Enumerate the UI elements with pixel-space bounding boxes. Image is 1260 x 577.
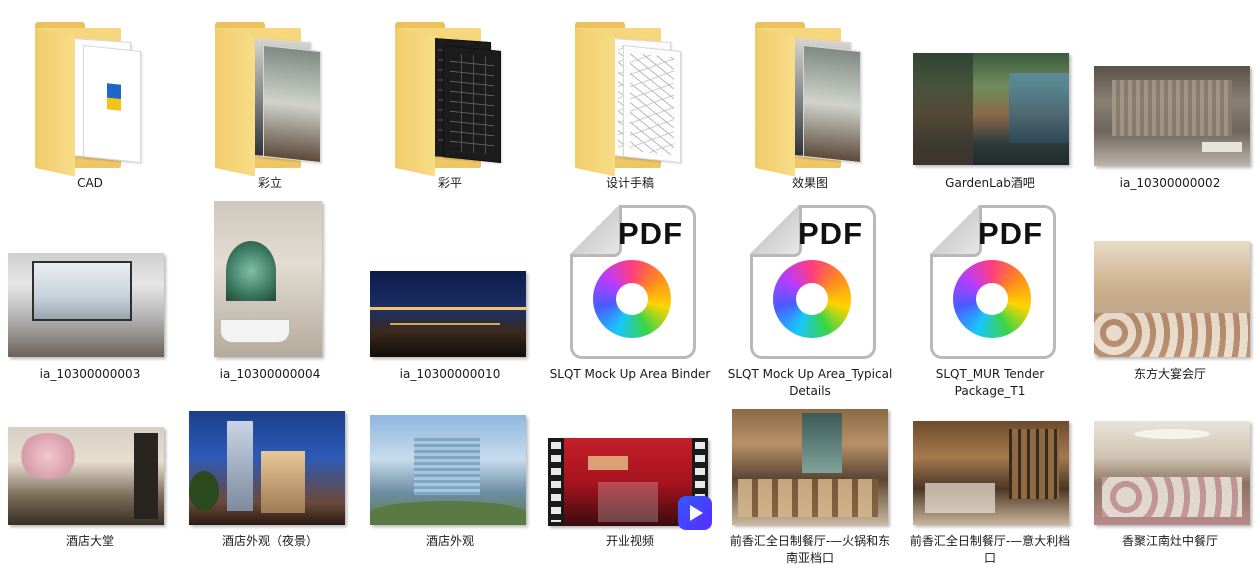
file-item-opening-video[interactable]: 开业视频 [540,400,720,548]
folder-icon [755,22,871,177]
file-name: CAD [77,176,103,190]
file-item-cad-folder[interactable]: CAD [0,0,180,190]
folder-icon [35,22,151,177]
image-thumbnail [214,201,322,357]
pdf-badge-text: PDF [618,216,683,251]
file-item-ia-002[interactable]: ia_10300000002 [1080,0,1260,190]
play-icon [678,496,712,530]
image-thumbnail [913,421,1069,525]
file-name: 前香汇全日制餐厅-—火锅和东南亚档口 [729,534,891,565]
pdf-file-icon: PDF [750,205,876,359]
file-name: ia_10300000003 [39,367,141,381]
folder-icon [215,22,331,177]
file-name: SLQT_MUR Tender Package_T1 [935,367,1045,398]
file-item-restaurant-hotpot[interactable]: 前香汇全日制餐厅-—火锅和东南亚档口 [720,400,900,565]
file-name: 开业视频 [605,534,654,548]
file-item-caiping-folder[interactable]: 彩平 [360,0,540,190]
file-name: 彩立 [257,176,282,190]
file-item-pdf-tender[interactable]: PDF SLQT_MUR Tender Package_T1 [900,193,1080,398]
image-thumbnail [8,253,164,357]
video-file-icon [548,438,712,530]
file-item-pdf-typical-details[interactable]: PDF SLQT Mock Up Area_Typical Details [720,193,900,398]
file-item-chinese-restaurant[interactable]: 香聚江南灶中餐厅 [1080,400,1260,548]
image-thumbnail [1094,66,1250,166]
pdf-file-icon: PDF [570,205,696,359]
file-item-hotel-exterior[interactable]: 酒店外观 [360,400,540,548]
file-name: GardenLab酒吧 [945,176,1035,190]
file-item-sketch-folder[interactable]: 设计手稿 [540,0,720,190]
file-name: 设计手稿 [605,176,654,190]
file-item-ia-010[interactable]: ia_10300000010 [360,193,540,381]
file-item-banquet-hall[interactable]: 东方大宴会厅 [1080,193,1260,381]
file-item-pdf-binder[interactable]: PDF SLQT Mock Up Area Binder [540,193,720,381]
image-thumbnail [732,409,888,525]
file-name: 前香汇全日制餐厅-—意大利档口 [909,534,1071,565]
file-name: ia_10300000010 [399,367,501,381]
file-item-rendering-folder[interactable]: 效果图 [720,0,900,190]
file-name: 酒店大堂 [65,534,114,548]
file-name: 东方大宴会厅 [1133,367,1206,381]
file-name: SLQT Mock Up Area_Typical Details [727,367,893,398]
pdf-file-icon: PDF [930,205,1056,359]
file-name: 香聚江南灶中餐厅 [1121,534,1218,548]
image-thumbnail [189,411,345,525]
file-name: 效果图 [791,176,828,190]
image-thumbnail [1094,241,1250,357]
file-item-hotel-lobby[interactable]: 酒店大堂 [0,400,180,548]
file-name: ia_10300000004 [219,367,321,381]
folder-icon [575,22,691,177]
image-thumbnail [370,271,526,357]
file-item-restaurant-italian[interactable]: 前香汇全日制餐厅-—意大利档口 [900,400,1080,565]
image-thumbnail [8,427,164,525]
file-name: 酒店外观 [425,534,474,548]
file-name: 彩平 [437,176,462,190]
image-thumbnail [370,415,526,525]
file-item-ia-004[interactable]: ia_10300000004 [180,193,360,381]
image-thumbnail [1094,421,1250,525]
file-grid: CAD 彩立 彩平 设计手稿 效果图 GardenLab酒吧 ia_103000… [0,0,1260,577]
file-item-ia-003[interactable]: ia_10300000003 [0,193,180,381]
file-item-caili-folder[interactable]: 彩立 [180,0,360,190]
file-item-hotel-exterior-night[interactable]: 酒店外观（夜景） [180,400,360,548]
file-name: SLQT Mock Up Area Binder [549,367,711,381]
image-thumbnail [913,53,1069,165]
file-item-gardenlab[interactable]: GardenLab酒吧 [900,0,1080,190]
file-name: ia_10300000002 [1119,176,1221,190]
pdf-badge-text: PDF [798,216,863,251]
pdf-badge-text: PDF [978,216,1043,251]
file-name: 酒店外观（夜景） [221,534,318,548]
folder-icon [395,22,511,177]
